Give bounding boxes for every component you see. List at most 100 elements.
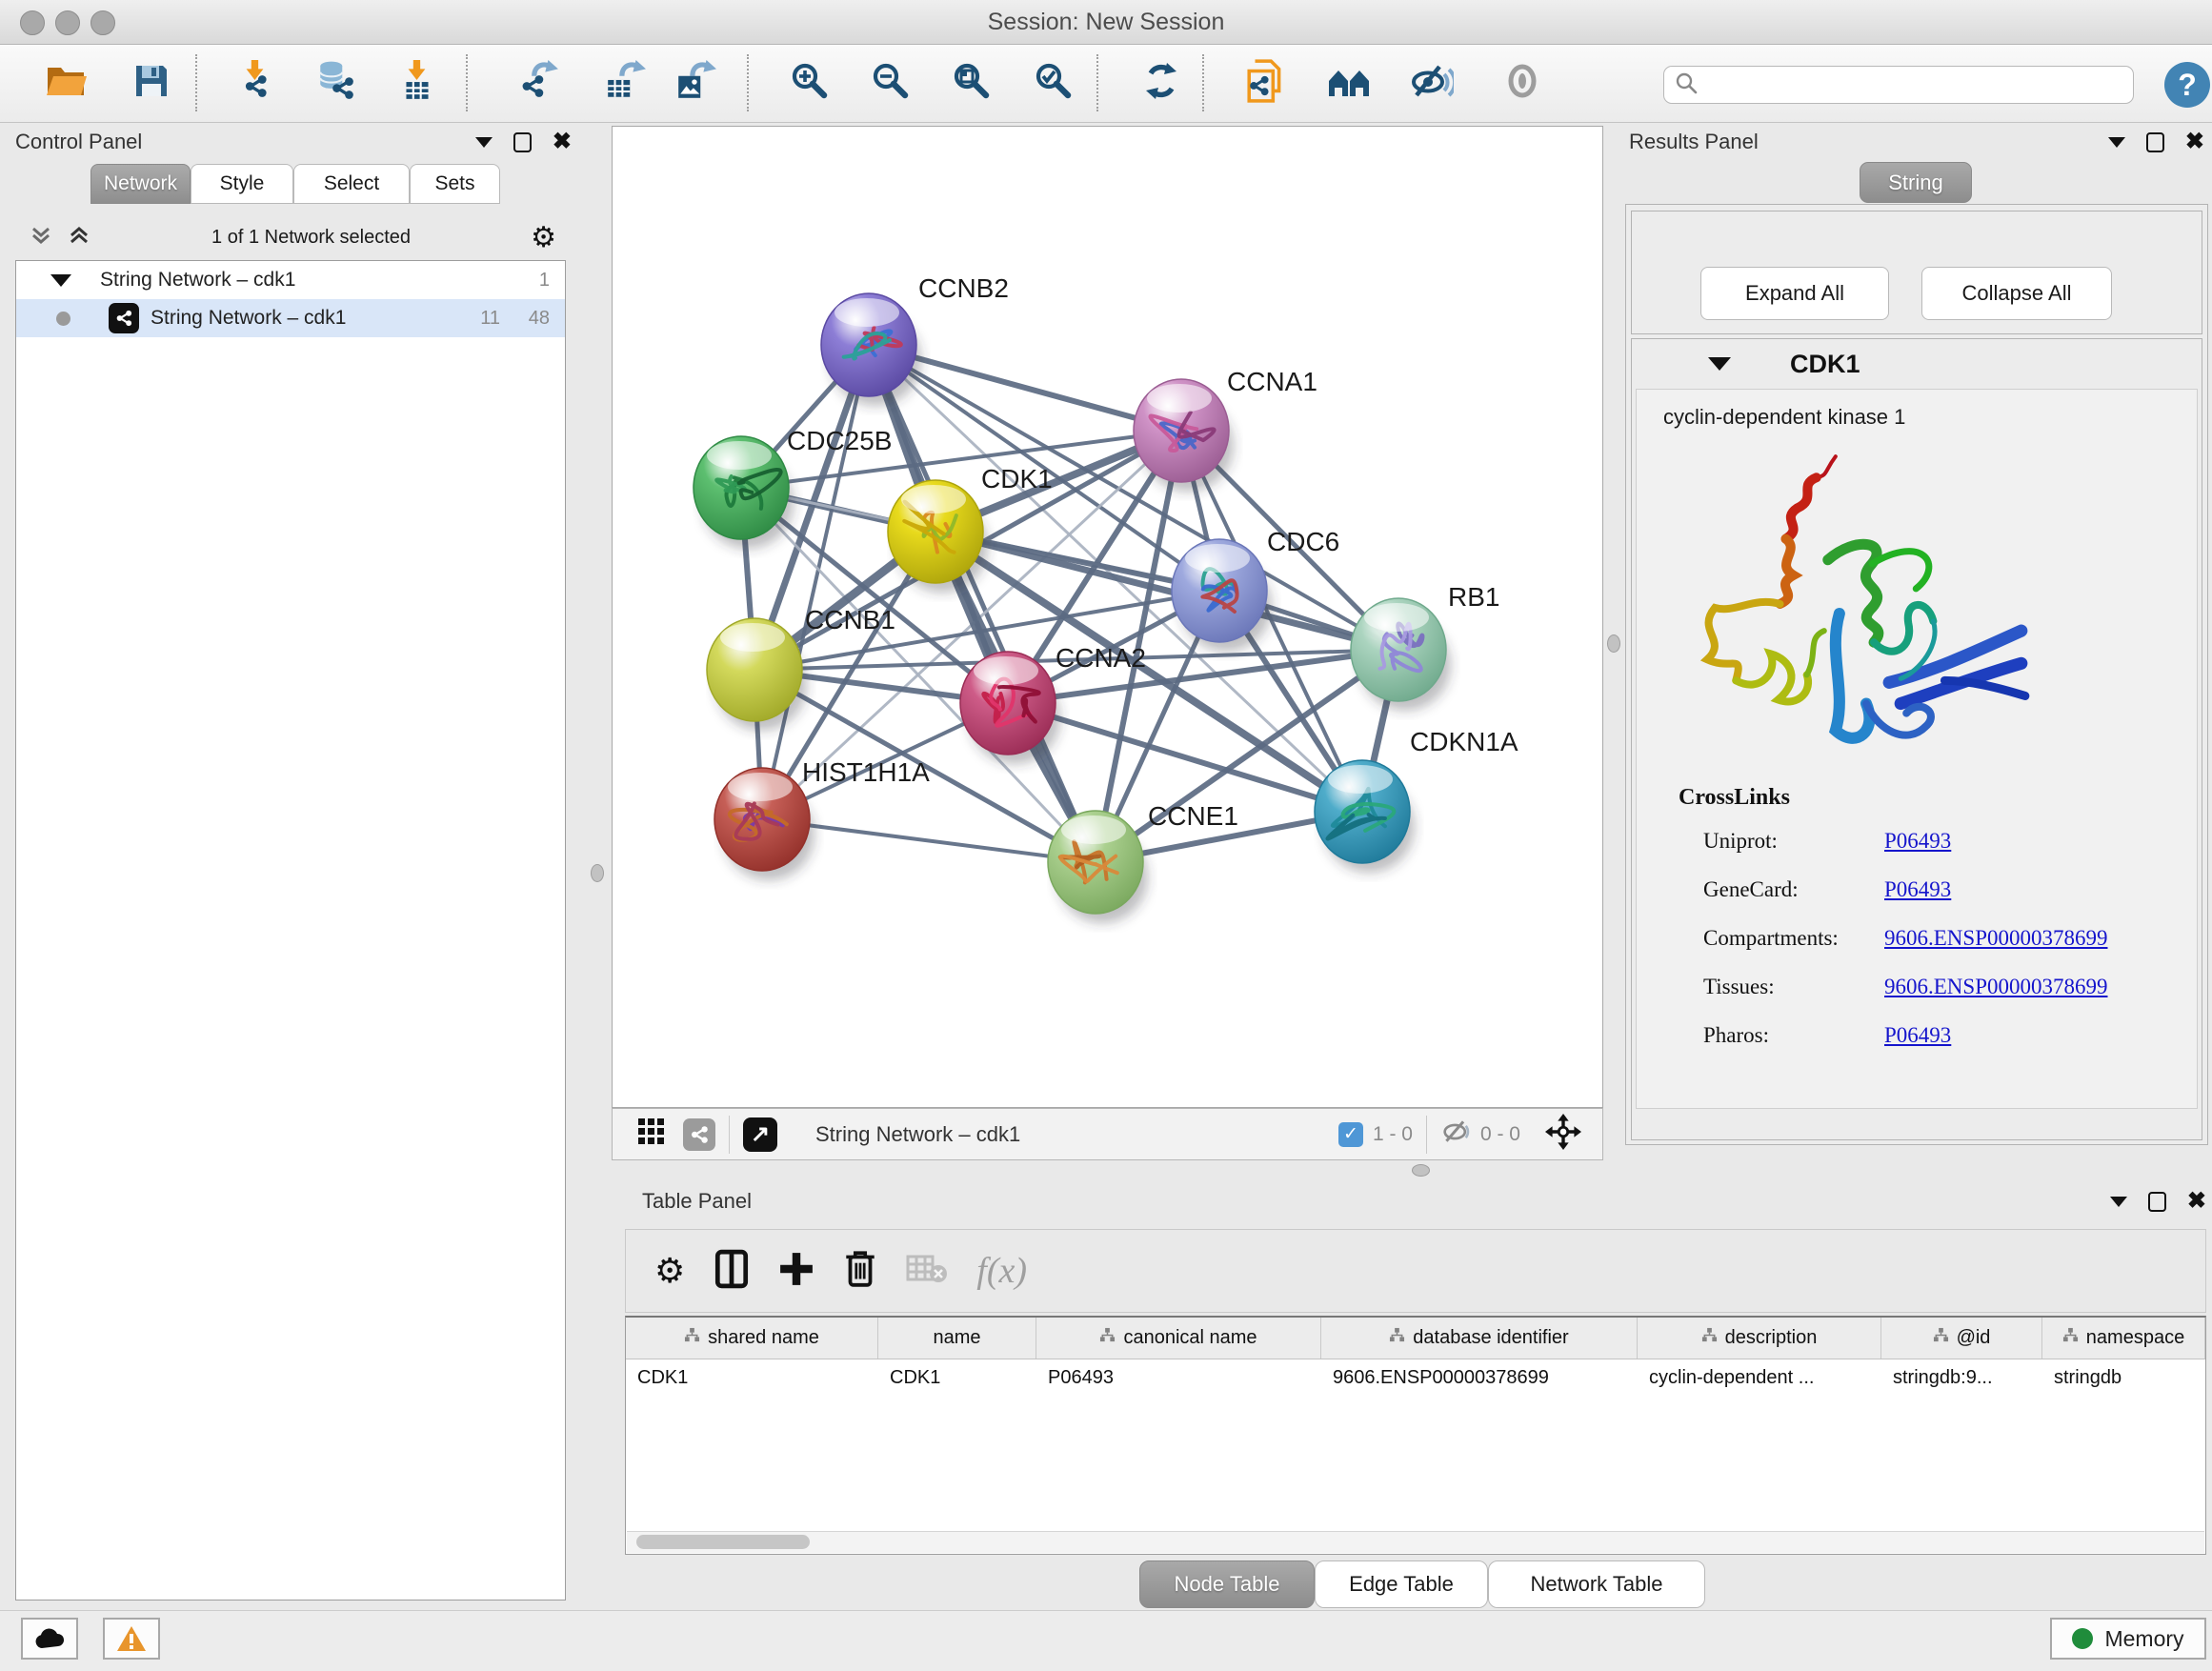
node-CDC6[interactable]: CDC6 xyxy=(1172,527,1339,652)
update-network-button[interactable] xyxy=(1131,52,1192,113)
zoom-out-button[interactable] xyxy=(860,52,921,113)
column-header-namespace[interactable]: namespace xyxy=(2042,1318,2205,1359)
tab-node-table[interactable]: Node Table xyxy=(1139,1560,1315,1608)
node-label: CCNE1 xyxy=(1148,801,1238,831)
help-button[interactable]: ? xyxy=(2164,62,2210,108)
grid-view-icon[interactable] xyxy=(637,1117,666,1151)
section-expander-icon[interactable] xyxy=(1708,357,1731,371)
panel-close-icon[interactable]: ✖ xyxy=(2187,1192,2206,1211)
network-canvas[interactable]: CCNB2CCNA1CDC25BCDK1CDC6RB1CCNB1CCNA2CDK… xyxy=(612,126,1603,1108)
hide-selected-button[interactable] xyxy=(1401,52,1462,113)
node-HIST1H1A[interactable]: HIST1H1A xyxy=(714,757,930,880)
tab-string[interactable]: String xyxy=(1860,162,1972,203)
cell-shared-name[interactable]: CDK1 xyxy=(626,1359,878,1396)
search-box[interactable] xyxy=(1663,66,2134,104)
node-CDKN1A[interactable]: CDKN1A xyxy=(1315,727,1518,873)
cell-database-identifier[interactable]: 9606.ENSP00000378699 xyxy=(1321,1359,1638,1396)
zoom-in-button[interactable] xyxy=(779,52,840,113)
column-header-shared-name[interactable]: shared name xyxy=(626,1318,878,1359)
duplicate-network-button[interactable] xyxy=(1236,52,1297,113)
horizontal-scrollbar[interactable] xyxy=(627,1531,2204,1553)
gene-section-header[interactable]: CDK1 xyxy=(1632,339,2202,389)
edge-CCNB2-HIST1H1A[interactable] xyxy=(762,345,869,819)
collapse-all-networks-icon[interactable] xyxy=(29,223,53,252)
expand-all-networks-icon[interactable] xyxy=(67,223,91,252)
column-header-name[interactable]: name xyxy=(878,1318,1036,1359)
zoom-selected-region-icon xyxy=(1034,61,1074,106)
column-header-database-identifier[interactable]: database identifier xyxy=(1321,1318,1638,1359)
crosslink-link[interactable]: P06493 xyxy=(1884,877,1951,902)
import-network-from-database-button[interactable] xyxy=(306,52,367,113)
column-header-description[interactable]: description xyxy=(1638,1318,1881,1359)
network-options-gear-icon[interactable]: ⚙ xyxy=(531,221,556,254)
cell-name[interactable]: CDK1 xyxy=(878,1359,1036,1396)
crosslink-link[interactable]: 9606.ENSP00000378699 xyxy=(1884,926,2108,951)
tab-select[interactable]: Select xyxy=(293,164,410,204)
tab-sets[interactable]: Sets xyxy=(410,164,500,204)
column-header-canonical-name[interactable]: canonical name xyxy=(1036,1318,1321,1359)
cell-namespace[interactable]: stringdb xyxy=(2042,1359,2205,1396)
search-input[interactable] xyxy=(1699,73,2102,97)
crosslink-link[interactable]: 9606.ENSP00000378699 xyxy=(1884,975,2108,999)
column-header--id[interactable]: @id xyxy=(1881,1318,2042,1359)
selected-checkbox-icon[interactable]: ✓ xyxy=(1338,1122,1363,1147)
export-table-button[interactable] xyxy=(594,52,655,113)
delete-column-trash-icon[interactable] xyxy=(843,1249,877,1294)
splitter-handle[interactable] xyxy=(1607,634,1620,653)
table-row[interactable]: CDK1CDK1P064939606.ENSP00000378699cyclin… xyxy=(626,1359,2205,1396)
crosslink-label: Tissues: xyxy=(1703,975,1884,999)
node-RB1[interactable]: RB1 xyxy=(1351,582,1499,711)
tab-network[interactable]: Network xyxy=(90,164,191,204)
save-session-button[interactable] xyxy=(121,52,182,113)
cloud-button[interactable] xyxy=(21,1618,78,1660)
splitter-handle[interactable] xyxy=(1412,1164,1430,1177)
crosslink-link[interactable]: P06493 xyxy=(1884,1023,1951,1048)
panel-float-icon[interactable] xyxy=(2148,1192,2166,1212)
crosslink-label: Pharos: xyxy=(1703,1023,1884,1048)
panel-collapse-icon[interactable] xyxy=(2110,1197,2127,1207)
pan-move-icon[interactable] xyxy=(1545,1114,1581,1155)
export-network-icon xyxy=(518,60,560,107)
import-network-from-file-button[interactable] xyxy=(225,52,286,113)
panel-close-icon[interactable]: ✖ xyxy=(553,132,572,151)
zoom-selected-region-button[interactable] xyxy=(1023,52,1084,113)
export-image-button[interactable] xyxy=(665,52,726,113)
export-network-button[interactable] xyxy=(509,52,570,113)
memory-button[interactable]: Memory xyxy=(2050,1618,2206,1660)
panel-close-icon[interactable]: ✖ xyxy=(2185,132,2204,151)
tab-edge-table[interactable]: Edge Table xyxy=(1315,1560,1488,1608)
expand-all-button[interactable]: Expand All xyxy=(1700,267,1889,320)
show-all-hidden-button[interactable] xyxy=(1492,52,1553,113)
detach-view-icon[interactable]: ↗ xyxy=(743,1117,777,1152)
import-table-from-file-button[interactable] xyxy=(387,52,448,113)
tree-expander-icon[interactable] xyxy=(50,274,71,287)
panel-collapse-icon[interactable] xyxy=(2108,137,2125,148)
scrollbar-thumb[interactable] xyxy=(636,1535,810,1549)
show-columns-icon[interactable] xyxy=(714,1249,750,1294)
network-view-icon[interactable] xyxy=(683,1118,715,1151)
show-overview-button[interactable] xyxy=(1318,52,1379,113)
tab-network-table[interactable]: Network Table xyxy=(1488,1560,1705,1608)
warnings-button[interactable] xyxy=(103,1618,160,1660)
panel-float-icon[interactable] xyxy=(513,132,532,152)
zoom-fit-content-button[interactable] xyxy=(941,52,1002,113)
panel-collapse-icon[interactable] xyxy=(475,137,493,148)
network-collection-row[interactable]: String Network – cdk1 1 xyxy=(16,261,565,299)
crosslink-row: GeneCard: P06493 xyxy=(1703,865,2197,914)
crosslink-link[interactable]: P06493 xyxy=(1884,829,1951,854)
network-graph[interactable]: CCNB2CCNA1CDC25BCDK1CDC6RB1CCNB1CCNA2CDK… xyxy=(613,127,1602,1107)
table-options-gear-icon[interactable]: ⚙ xyxy=(654,1251,685,1291)
tab-style[interactable]: Style xyxy=(191,164,293,204)
splitter-handle[interactable] xyxy=(591,864,604,882)
cell-canonical-name[interactable]: P06493 xyxy=(1036,1359,1321,1396)
network-row[interactable]: String Network – cdk1 11 48 xyxy=(16,299,565,337)
create-column-icon[interactable] xyxy=(778,1251,814,1292)
node-CCNE1[interactable]: CCNE1 xyxy=(1048,801,1238,923)
open-session-button[interactable] xyxy=(36,52,97,113)
cell--id[interactable]: stringdb:9... xyxy=(1881,1359,2042,1396)
node-CCNB2[interactable]: CCNB2 xyxy=(821,273,1009,406)
cell-description[interactable]: cyclin-dependent ... xyxy=(1638,1359,1881,1396)
collapse-all-button[interactable]: Collapse All xyxy=(1921,267,2112,320)
node-gloss xyxy=(835,298,899,327)
panel-float-icon[interactable] xyxy=(2146,132,2164,152)
